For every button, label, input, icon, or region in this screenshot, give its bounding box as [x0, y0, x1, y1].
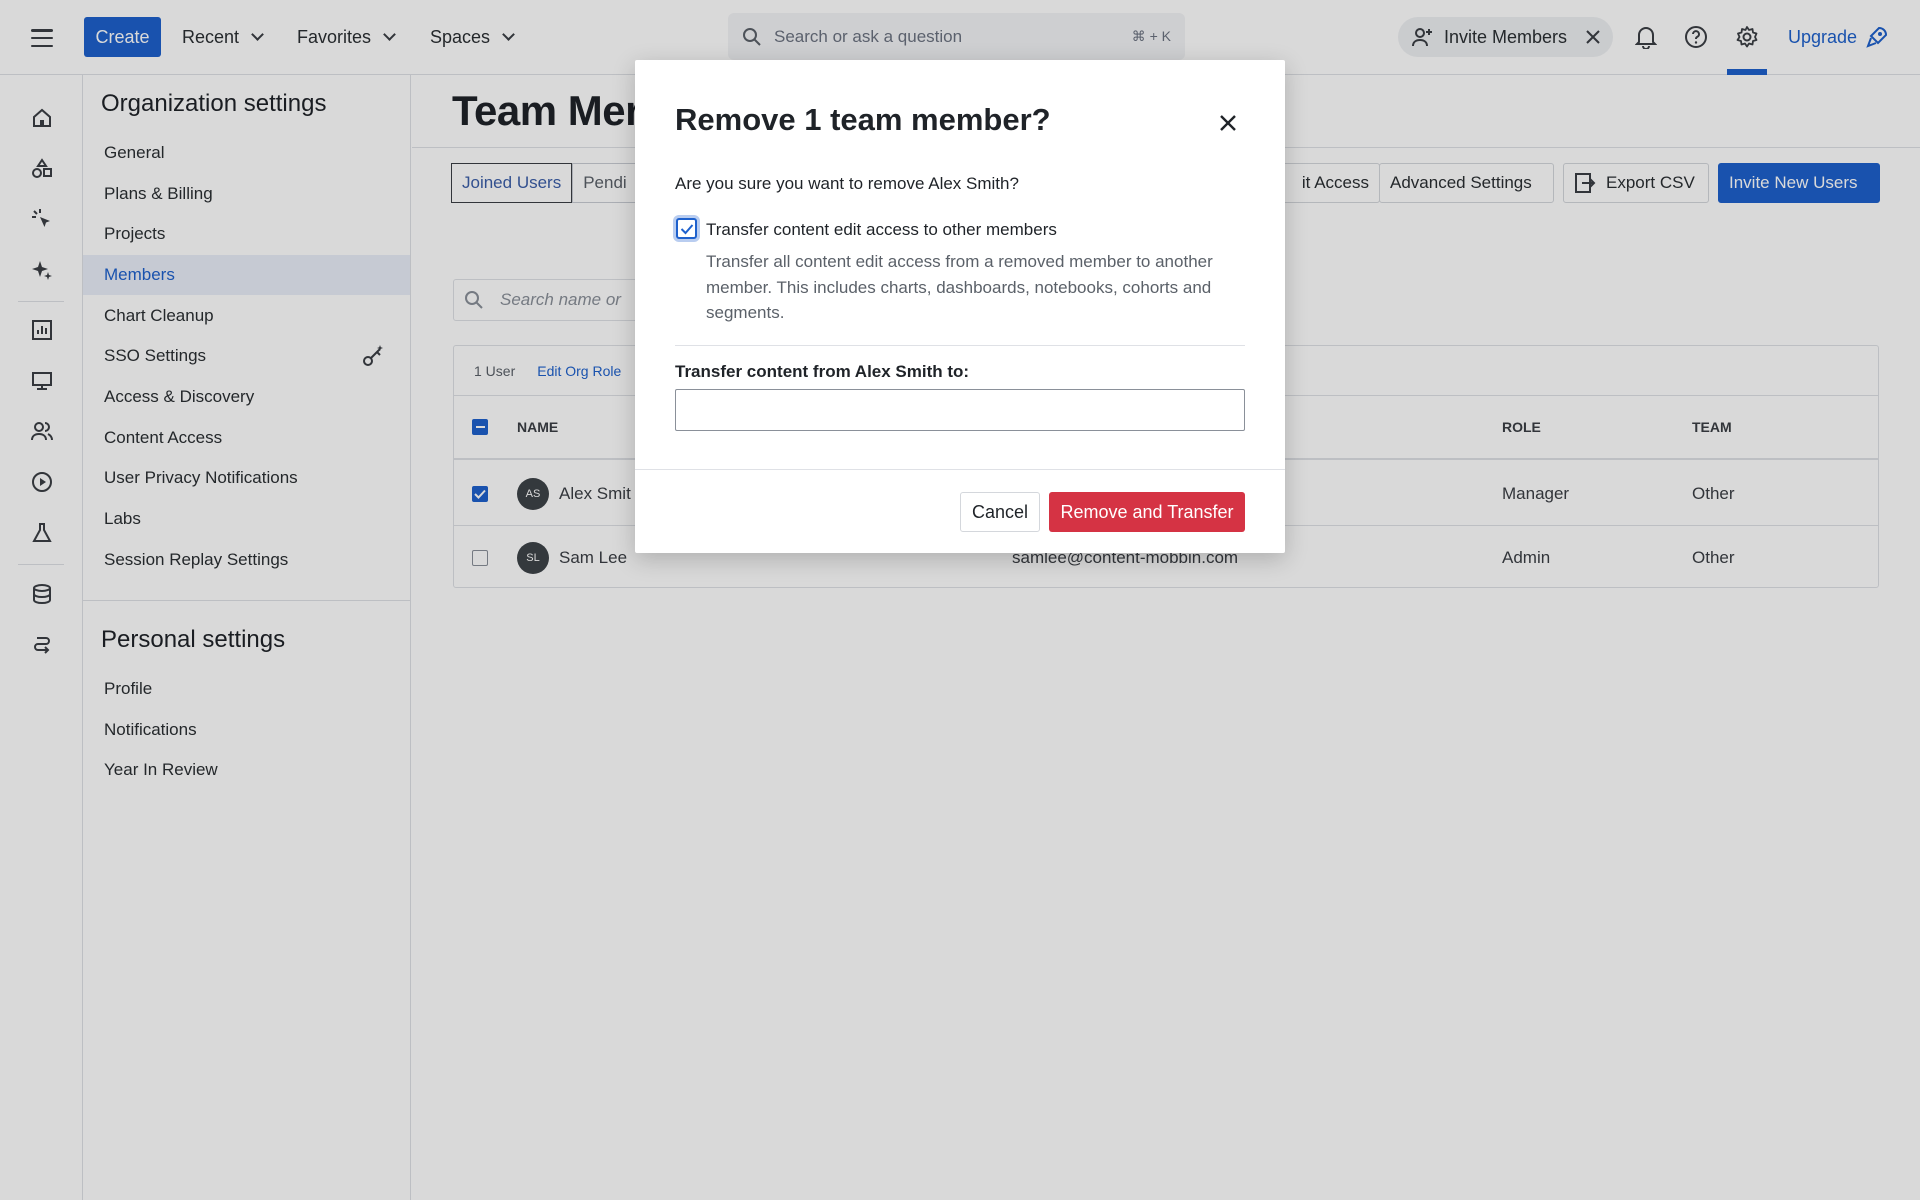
- transfer-access-checkbox[interactable]: [676, 218, 697, 239]
- transfer-access-label[interactable]: Transfer content edit access to other me…: [706, 220, 1057, 240]
- transfer-access-description: Transfer all content edit access from a …: [706, 252, 1213, 322]
- close-icon[interactable]: [1213, 108, 1243, 138]
- dialog-title: Remove 1 team member?: [675, 102, 1051, 137]
- dialog-footer-divider: [635, 469, 1285, 470]
- dialog-question: Are you sure you want to remove Alex Smi…: [675, 174, 1019, 193]
- cancel-button[interactable]: Cancel: [960, 492, 1040, 532]
- transfer-to-input[interactable]: [675, 389, 1245, 431]
- transfer-to-label: Transfer content from Alex Smith to:: [675, 362, 970, 381]
- remove-member-dialog: Remove 1 team member? Are you sure you w…: [635, 60, 1285, 553]
- remove-and-transfer-button[interactable]: Remove and Transfer: [1049, 492, 1245, 532]
- dialog-divider: [675, 345, 1245, 346]
